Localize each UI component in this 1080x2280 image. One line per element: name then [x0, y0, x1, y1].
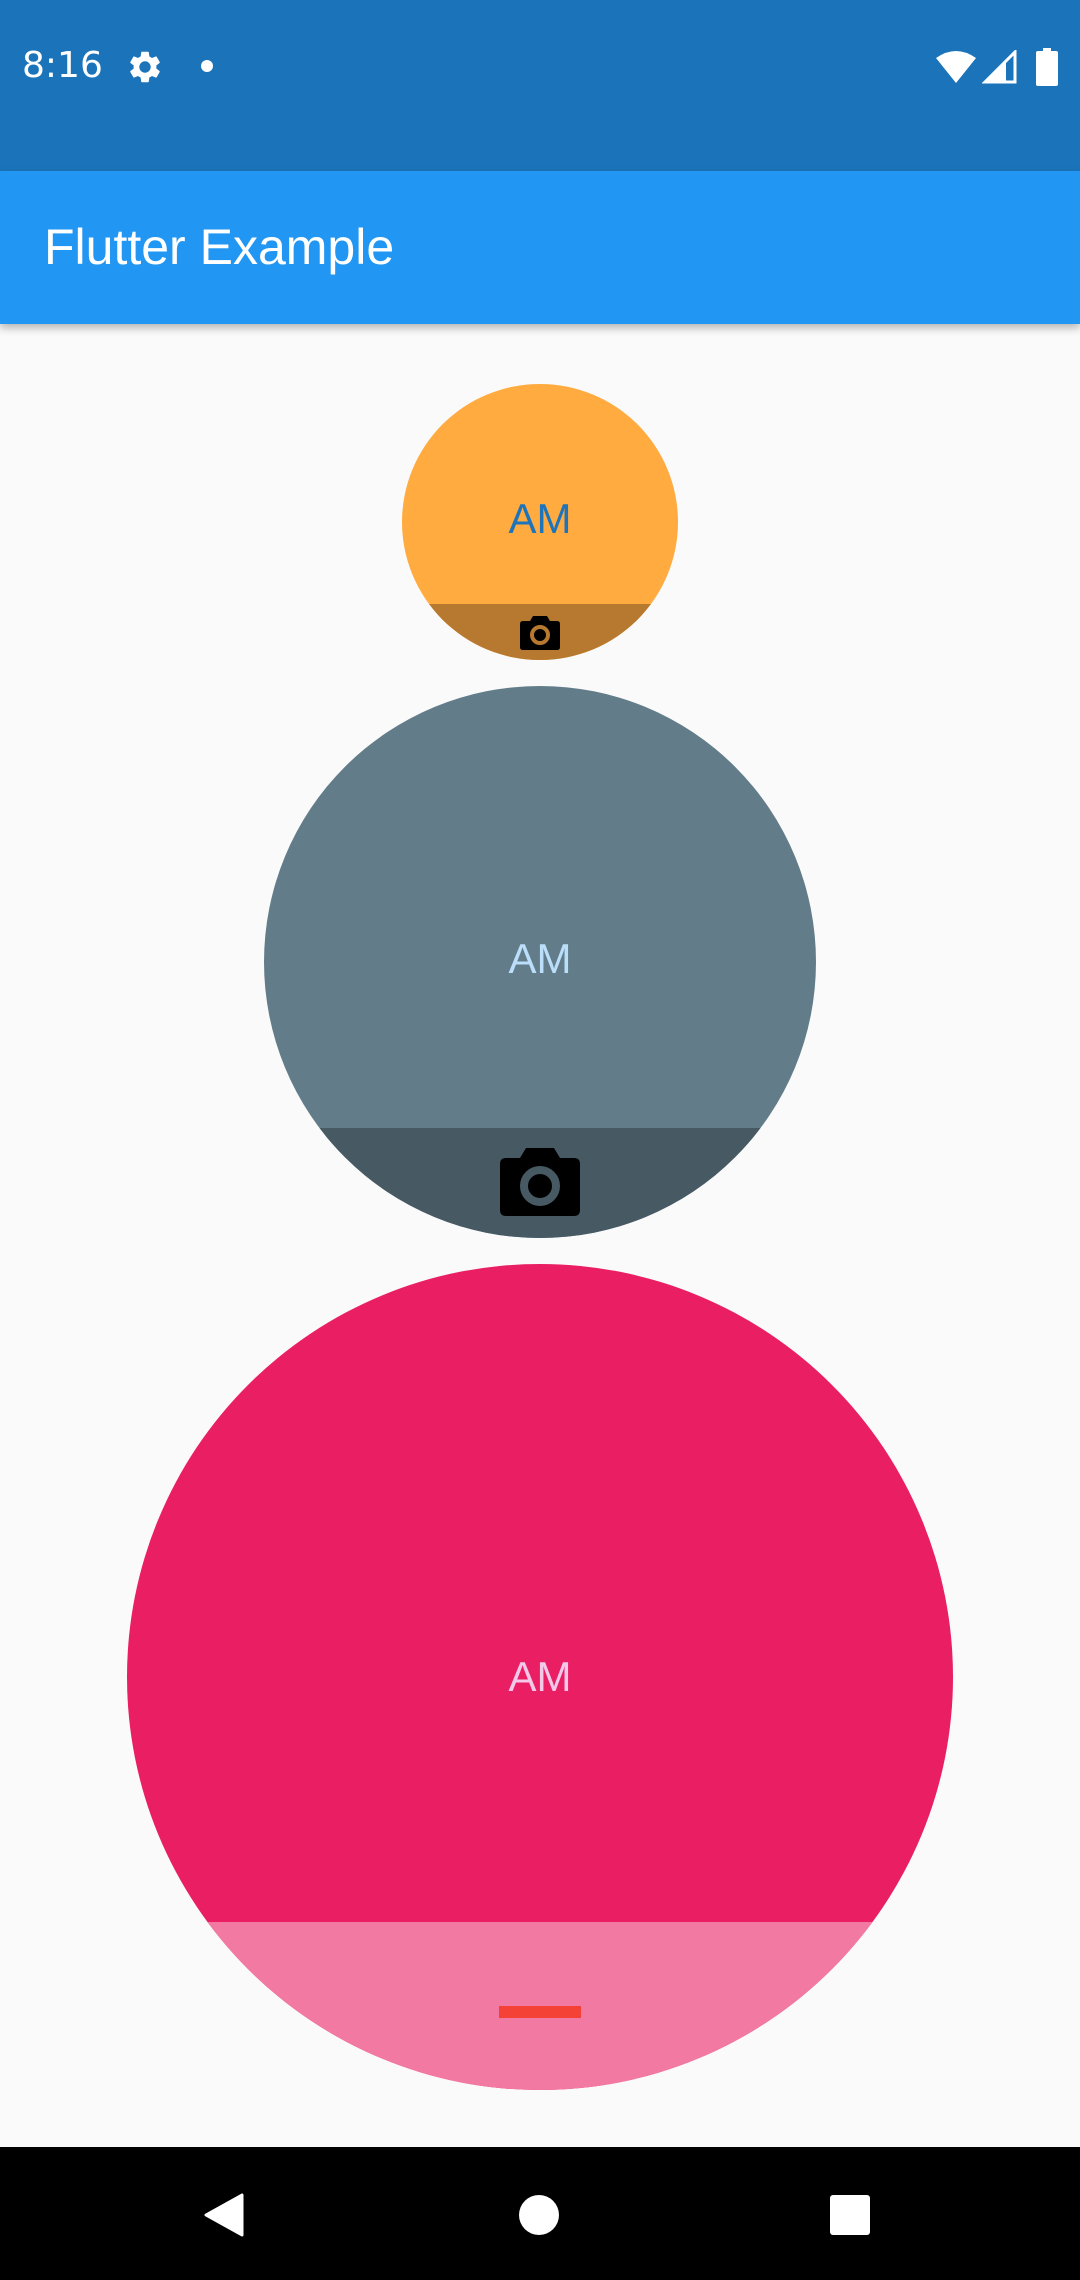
camera-icon[interactable] [500, 1144, 580, 1216]
wifi-icon [936, 51, 976, 83]
navigation-bar [0, 2147, 1080, 2280]
camera-icon[interactable] [520, 614, 560, 650]
gear-icon [130, 51, 160, 83]
battery-icon [1036, 48, 1058, 86]
recents-icon[interactable] [830, 2195, 870, 2235]
avatar-initials: AM [508, 495, 572, 542]
app-bar: Flutter Example [0, 171, 1080, 324]
back-icon[interactable] [204, 2193, 244, 2237]
avatar-small[interactable]: AM [402, 384, 678, 660]
app-title: Flutter Example [44, 219, 395, 275]
avatar-initials: AM [508, 935, 572, 982]
notification-dot-icon [201, 60, 213, 72]
avatar-medium[interactable]: AM [264, 686, 816, 1238]
avatar-bottom-bar[interactable] [127, 1922, 953, 2090]
avatar-initials: AM [508, 1653, 572, 1700]
status-bar: 8:16 [0, 0, 1080, 171]
status-time: 8:16 [22, 45, 103, 86]
avatar-large[interactable]: AM [127, 1264, 953, 2090]
avatar-bottom-bar[interactable] [402, 604, 678, 660]
home-icon[interactable] [519, 2195, 559, 2235]
signal-icon [982, 50, 1017, 84]
avatar-bottom-bar[interactable] [264, 1128, 816, 1238]
remove-icon[interactable] [499, 2006, 581, 2018]
